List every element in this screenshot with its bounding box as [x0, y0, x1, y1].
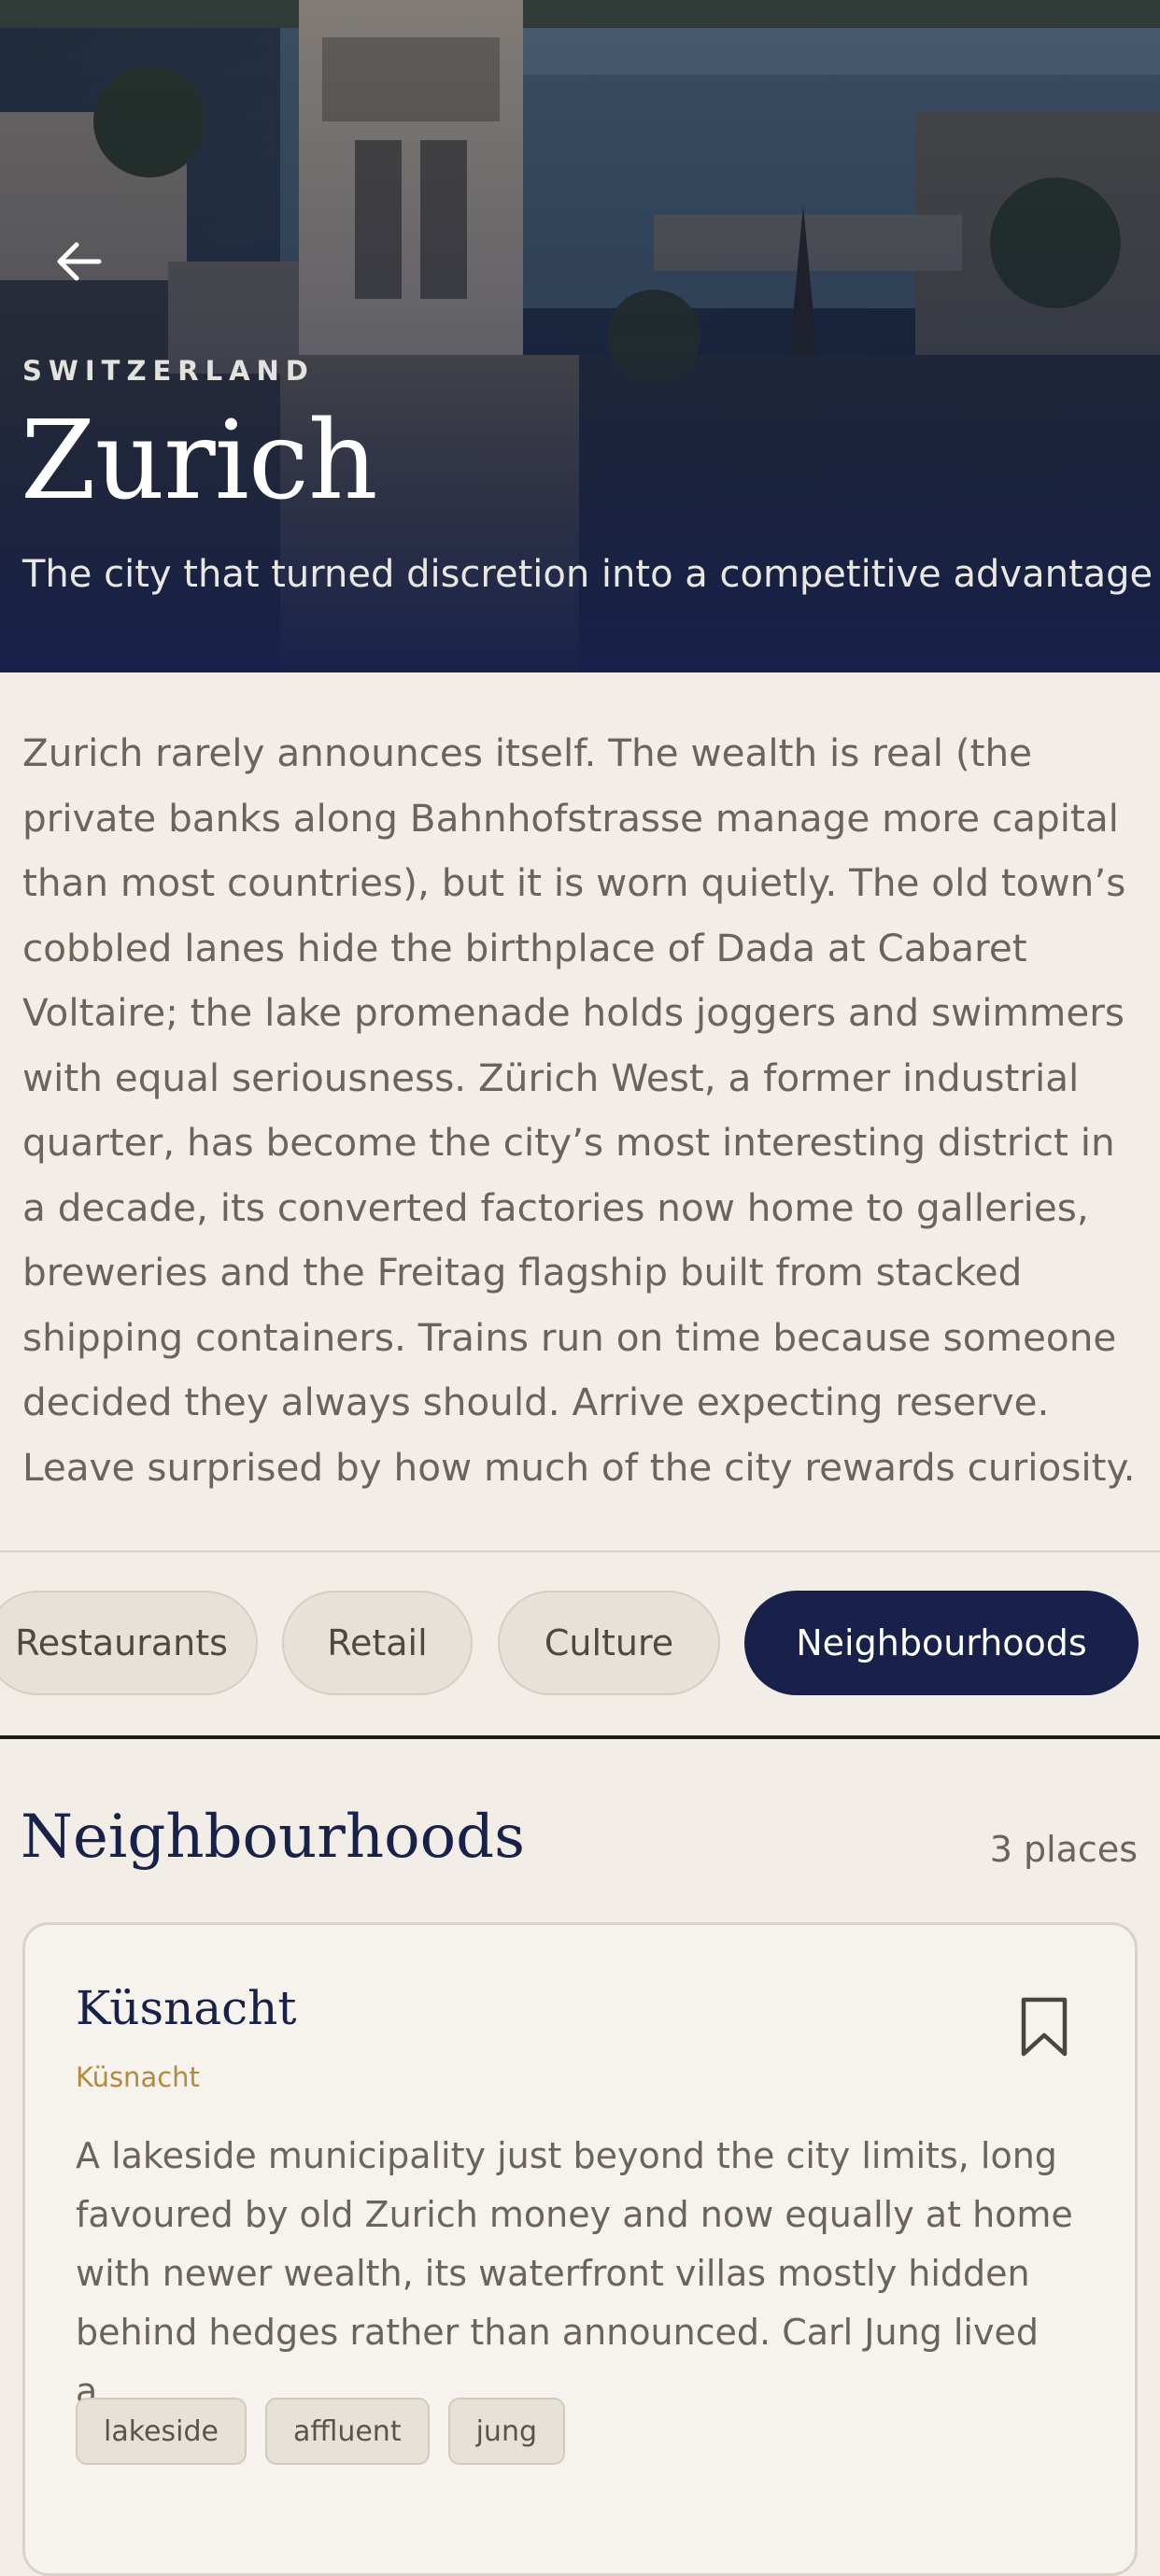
hero-image: SWITZERLAND Zurich The city that turned …	[0, 0, 1160, 672]
country-label: SWITZERLAND	[22, 355, 315, 387]
tab-retail[interactable]: Retail	[282, 1591, 473, 1695]
back-button[interactable]	[41, 224, 116, 299]
city-tagline: The city that turned discretion into a c…	[22, 553, 1153, 596]
page-title: Zurich	[21, 398, 378, 524]
city-intro-text: Zurich rarely announces itself. The weal…	[22, 730, 1136, 1490]
tab-neighbourhoods[interactable]: Neighbourhoods	[744, 1591, 1139, 1695]
tag-chip[interactable]: affluent	[264, 2398, 430, 2465]
section-title: Neighbourhoods	[21, 1803, 525, 1872]
bookmark-icon[interactable]	[1019, 1996, 1069, 2058]
divider	[0, 1550, 1160, 1552]
place-card[interactable]: Küsnacht Küsnacht A lakeside municipalit…	[22, 1922, 1138, 2576]
divider	[0, 1735, 1160, 1739]
category-tabs: Restaurants Retail Culture Neighbourhood…	[0, 1591, 1160, 1697]
tag-chip[interactable]: lakeside	[76, 2398, 247, 2465]
tab-restaurants[interactable]: Restaurants	[0, 1591, 258, 1695]
tab-culture[interactable]: Culture	[498, 1591, 720, 1695]
place-count: 3 places	[989, 1829, 1138, 1870]
tag-chip[interactable]: jung	[447, 2398, 565, 2465]
place-location: Küsnacht	[76, 2061, 200, 2093]
place-name: Küsnacht	[76, 1981, 297, 2035]
arrow-left-icon	[57, 242, 102, 281]
place-description: A lakeside municipality just beyond the …	[76, 2135, 1073, 2412]
tag-list: lakeside affluent jung	[76, 2398, 565, 2465]
